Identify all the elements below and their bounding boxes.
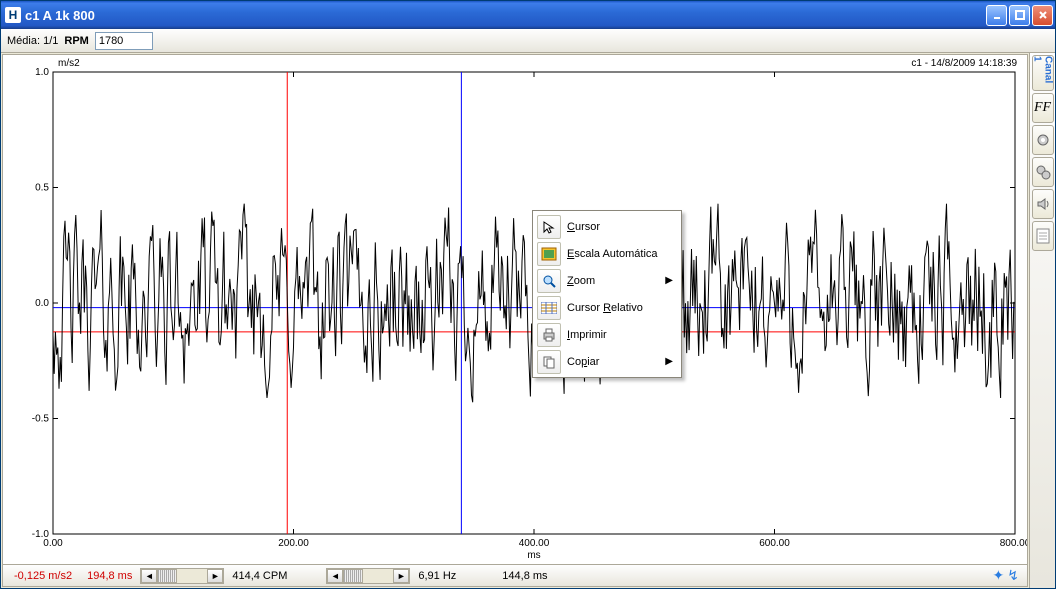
- titlebar: H c1 A 1k 800: [1, 1, 1055, 29]
- submenu-arrow-icon: ▶: [665, 356, 673, 367]
- gear-button-2[interactable]: [1032, 157, 1054, 187]
- svg-text:200.00: 200.00: [278, 538, 309, 549]
- plot-panel: m/s2 c1 - 14/8/2009 14:18:39 0,162 RMS 0…: [2, 54, 1028, 587]
- svg-text:-0.5: -0.5: [32, 414, 50, 425]
- media-label: Média: 1/1: [7, 35, 58, 47]
- toolbar: Média: 1/1 RPM: [1, 29, 1055, 53]
- doc-button[interactable]: [1032, 221, 1054, 251]
- status-x: 194,8 ms: [80, 567, 139, 585]
- status-y: -0,125 m/s2: [7, 567, 79, 585]
- plot-area[interactable]: m/s2 c1 - 14/8/2009 14:18:39 0,162 RMS 0…: [3, 55, 1027, 564]
- menu-autoscale[interactable]: Escala Automática: [535, 240, 679, 267]
- submenu-arrow-icon: ▶: [665, 275, 673, 286]
- svg-text:400.00: 400.00: [519, 538, 550, 549]
- status-hz: 6,91 Hz: [411, 567, 463, 585]
- status-delta: 144,8 ms: [495, 567, 554, 585]
- menu-zoom[interactable]: Zoom ▶: [535, 267, 679, 294]
- chart-svg[interactable]: -1.0-0.50.00.51.00.00200.00400.00600.008…: [3, 55, 1027, 564]
- svg-text:0.0: 0.0: [35, 298, 49, 309]
- svg-text:0.00: 0.00: [43, 538, 63, 549]
- app-icon: H: [5, 7, 21, 23]
- svg-text:ms: ms: [527, 550, 540, 561]
- channel-button[interactable]: Canal 1: [1032, 55, 1054, 91]
- status-cpm: 414,4 CPM: [225, 567, 294, 585]
- svg-text:600.00: 600.00: [759, 538, 790, 549]
- autoscale-icon: [537, 242, 561, 266]
- minimize-button[interactable]: [986, 5, 1007, 26]
- svg-text:0.5: 0.5: [35, 183, 49, 194]
- maximize-button[interactable]: [1009, 5, 1030, 26]
- menu-cursor-relative-label: Cursor Relativo: [567, 302, 673, 314]
- menu-print-label: Imprimir: [567, 329, 673, 341]
- menu-autoscale-label: Escala Automática: [567, 248, 673, 260]
- hscroll-1[interactable]: ◄►: [140, 568, 224, 584]
- zoom-icon: [537, 269, 561, 293]
- close-button[interactable]: [1032, 5, 1053, 26]
- status-icon-2[interactable]: ↯: [1007, 567, 1019, 584]
- menu-cursor[interactable]: Cursor: [535, 213, 679, 240]
- print-icon: [537, 323, 561, 347]
- gear-button-1[interactable]: [1032, 125, 1054, 155]
- menu-zoom-label: Zoom: [567, 275, 659, 287]
- svg-text:1.0: 1.0: [35, 67, 49, 78]
- ff-button[interactable]: FF: [1032, 93, 1054, 123]
- status-icon-1[interactable]: ✦: [993, 567, 1005, 584]
- window-title: c1 A 1k 800: [25, 8, 986, 23]
- copy-icon: [537, 350, 561, 374]
- sound-button[interactable]: [1032, 189, 1054, 219]
- menu-copy[interactable]: Copiar ▶: [535, 348, 679, 375]
- hscroll-2[interactable]: ◄►: [326, 568, 410, 584]
- cursor-relative-icon: [537, 296, 561, 320]
- svg-text:800.00: 800.00: [1000, 538, 1027, 549]
- menu-copy-label: Copiar: [567, 356, 659, 368]
- menu-cursor-label: Cursor: [567, 221, 673, 233]
- rpm-input[interactable]: [95, 32, 153, 50]
- right-toolbar: Canal 1 FF: [1029, 53, 1055, 588]
- statusbar: -0,125 m/s2 194,8 ms ◄► 414,4 CPM ◄► 6,9…: [3, 564, 1027, 586]
- app-window: H c1 A 1k 800 Média: 1/1 RPM m/s2 c1 - 1…: [0, 0, 1056, 589]
- rpm-label: RPM: [64, 35, 88, 47]
- context-menu: Cursor Escala Automática Zoom ▶ Cursor R…: [532, 210, 682, 378]
- menu-print[interactable]: Imprimir: [535, 321, 679, 348]
- cursor-icon: [537, 215, 561, 239]
- menu-cursor-relative[interactable]: Cursor Relativo: [535, 294, 679, 321]
